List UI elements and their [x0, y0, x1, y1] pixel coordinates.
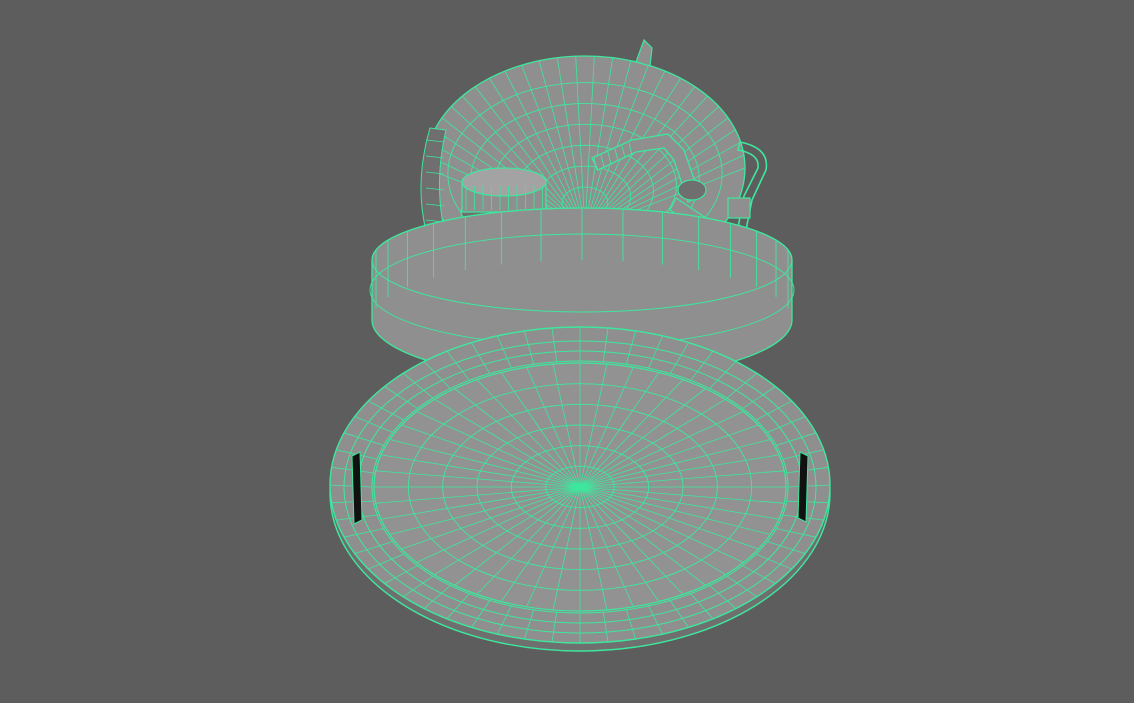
- front-face-radial-mesh[interactable]: [373, 362, 787, 612]
- viewport-canvas[interactable]: [0, 0, 1134, 703]
- 3d-viewport[interactable]: [0, 0, 1134, 703]
- pipe-joint: [677, 179, 707, 201]
- face-center-point: [577, 484, 583, 490]
- right-slot: [797, 451, 809, 523]
- bracket-clip: [727, 197, 751, 219]
- left-slot: [351, 451, 363, 525]
